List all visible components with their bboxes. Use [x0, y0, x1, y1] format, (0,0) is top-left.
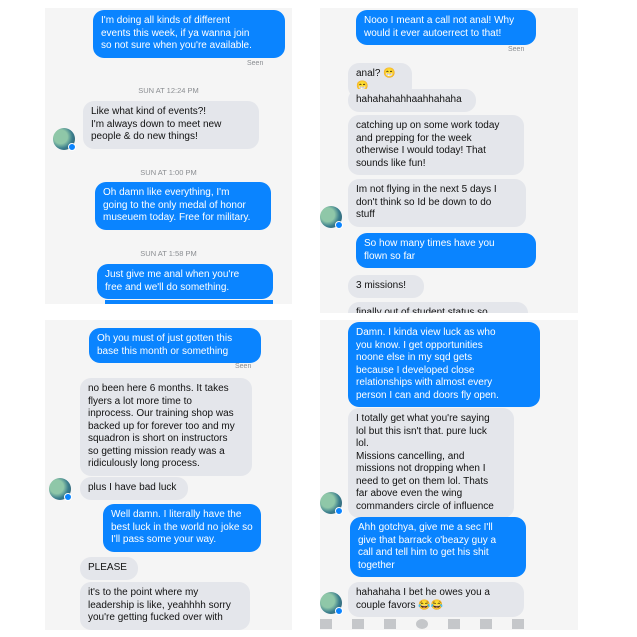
sent-message: Damn. I kinda view luck as who you know.…: [348, 322, 540, 407]
received-message: I totally get what you're saying lol but…: [348, 408, 514, 518]
contact-avatar[interactable]: [320, 492, 343, 515]
conversation-panel-4: Damn. I kinda view luck as who you know.…: [320, 320, 578, 630]
messenger-badge-icon: [335, 221, 343, 229]
messenger-badge-icon: [335, 507, 343, 515]
messenger-badge-icon: [64, 493, 72, 501]
seen-receipt: Seen: [247, 60, 264, 67]
received-message: hahahahahhaahhahaha: [348, 89, 476, 112]
timestamp: SUN AT 1:00 PM: [140, 168, 197, 177]
seen-receipt: Seen: [508, 46, 525, 53]
sent-message: Nooo I meant a call not anal! Why would …: [356, 10, 536, 45]
timestamp: SUN AT 1:58 PM: [140, 249, 197, 258]
received-message: catching up on some work today and prepp…: [348, 115, 524, 175]
received-message: no been here 6 months. It takes flyers a…: [80, 378, 252, 476]
received-message: finally out of student status so: [348, 302, 528, 313]
sticker-icon[interactable]: [480, 619, 492, 629]
messenger-badge-icon: [335, 607, 343, 615]
sent-message: Just give me anal when you're free and w…: [97, 264, 273, 299]
camera-icon[interactable]: [352, 619, 364, 629]
conversation-panel-2: Nooo I meant a call not anal! Why would …: [320, 8, 578, 313]
seen-receipt: Seen: [235, 363, 252, 370]
sent-message: Ahh gotchya, give me a sec I'll give tha…: [350, 517, 526, 577]
image-icon[interactable]: [384, 619, 396, 629]
sent-message: Oh damn like everything, I'm going to th…: [95, 182, 271, 230]
gif-icon[interactable]: [448, 619, 460, 629]
sent-message: I'm doing all kinds of different events …: [93, 10, 285, 58]
received-message: it's to the point where my leadership is…: [80, 582, 250, 630]
contact-avatar[interactable]: [320, 592, 343, 615]
message-fragment: [105, 300, 273, 304]
composer-toolbar: [320, 619, 578, 629]
more-icon[interactable]: [512, 619, 524, 629]
received-message: Im not flying in the next 5 days I don't…: [348, 179, 526, 227]
sent-message: Well damn. I literally have the best luc…: [103, 504, 261, 552]
contact-avatar[interactable]: [49, 478, 72, 501]
messenger-badge-icon: [68, 143, 76, 151]
sent-message: So how many times have you flown so far: [356, 233, 536, 268]
conversation-panel-1: I'm doing all kinds of different events …: [45, 8, 292, 304]
received-message: Like what kind of events?! I'm always do…: [83, 101, 259, 149]
received-message: plus I have bad luck: [80, 477, 188, 500]
conversation-panel-3: Oh you must of just gotten this base thi…: [45, 320, 292, 630]
thumbs-icon[interactable]: [320, 619, 332, 629]
sent-message: Oh you must of just gotten this base thi…: [89, 328, 261, 363]
timestamp: SUN AT 12:24 PM: [138, 86, 199, 95]
received-message: PLEASE: [80, 557, 138, 580]
received-message: 3 missions!: [348, 275, 424, 298]
emoji-icon[interactable]: [416, 619, 428, 629]
contact-avatar[interactable]: [320, 206, 343, 229]
contact-avatar[interactable]: [53, 128, 76, 151]
received-message: hahahaha I bet he owes you a couple favo…: [348, 582, 524, 617]
